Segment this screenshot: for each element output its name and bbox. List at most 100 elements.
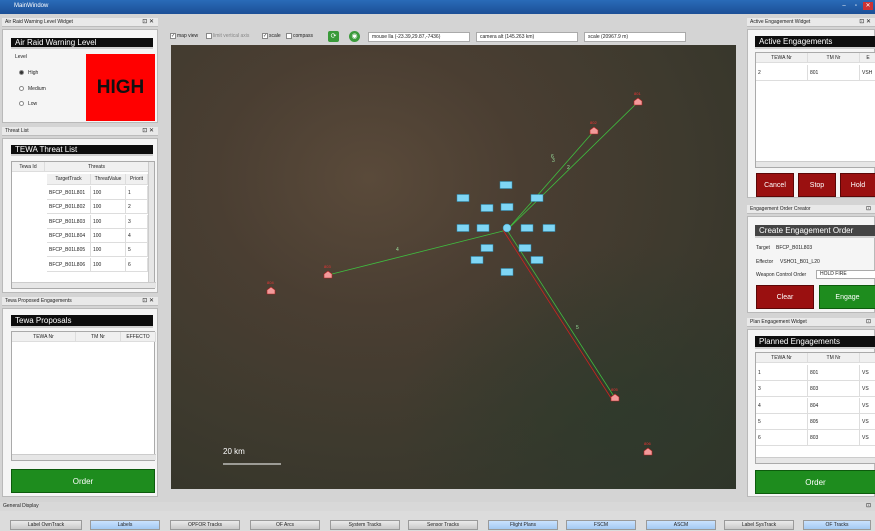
radio-low-dot[interactable] (19, 101, 24, 107)
col-header-tm-nr[interactable]: TM Nr (808, 353, 860, 363)
friendly-unit-marker[interactable] (456, 194, 470, 202)
planned-cell[interactable]: VS (860, 398, 875, 414)
dock-close-icon[interactable]: ⊡ ✕ (142, 18, 154, 27)
planned-order-button[interactable]: Order (755, 470, 875, 494)
dock-close-icon[interactable]: ⊡ (866, 318, 871, 327)
friendly-unit-marker[interactable] (542, 224, 556, 232)
friendly-unit-marker[interactable] (530, 194, 544, 202)
threat-cell[interactable]: 6 (126, 257, 148, 272)
friendly-unit-marker[interactable] (456, 224, 470, 232)
map-view-toggle[interactable]: ✓ map view (170, 32, 198, 41)
threat-cell[interactable]: 2 (126, 200, 148, 215)
map-overlay[interactable]: 2 3 4 5 6 801802803804805806 20 km (171, 45, 736, 489)
radio-high[interactable]: High (19, 70, 38, 76)
limit-vertical-toggle[interactable]: limit vertical axis (206, 32, 249, 41)
friendly-unit-marker[interactable] (480, 204, 494, 212)
planned-cell[interactable]: 1 (756, 365, 808, 381)
planned-cell[interactable]: VS (860, 365, 875, 381)
proposed-order-button[interactable]: Order (11, 469, 155, 493)
scale-toggle[interactable]: ✓ scale (262, 32, 281, 41)
friendly-unit-marker[interactable] (518, 244, 532, 252)
stop-button[interactable]: Stop (798, 173, 836, 197)
display-toggle-button[interactable]: OF Tracks (803, 520, 871, 530)
display-toggle-button[interactable]: ASCM (646, 520, 716, 530)
planned-cell[interactable]: 5 (756, 413, 808, 430)
radio-low[interactable]: Low (19, 101, 37, 107)
wco-select[interactable]: HOLD FIRE (816, 270, 875, 279)
planned-cell[interactable]: VS (860, 430, 875, 447)
threat-cell[interactable]: 100 (91, 186, 126, 200)
planned-cell[interactable]: 805 (808, 413, 860, 430)
col-header-e[interactable]: E (860, 53, 875, 63)
threat-cell[interactable]: 100 (91, 214, 126, 229)
cancel-button[interactable]: Cancel (756, 173, 794, 197)
col-header-target-track[interactable]: TargetTrack (47, 174, 91, 185)
active-table-hscroll[interactable] (756, 161, 875, 167)
friendly-unit-marker[interactable] (499, 181, 513, 189)
threat-cell[interactable]: BFCP_B01L804 (47, 228, 91, 243)
col-header-threats[interactable]: Threats (45, 162, 149, 172)
display-toggle-button[interactable]: Flight Plans (488, 520, 558, 530)
friendly-unit-marker[interactable] (520, 224, 534, 232)
active-cell[interactable]: 2 (756, 65, 808, 81)
display-toggle-button[interactable]: Label SysTrack (724, 520, 794, 530)
threat-cell[interactable]: 3 (126, 214, 148, 229)
effector-value[interactable]: VSHO1_B01_L20 (780, 259, 820, 265)
threat-cell[interactable]: 1 (126, 186, 148, 200)
display-toggle-button[interactable]: OPFOR Tracks (170, 520, 240, 530)
hold-button[interactable]: Hold (840, 173, 875, 197)
threat-cell[interactable]: BFCP_B01L802 (47, 200, 91, 215)
col-header-priority[interactable]: Priorit (126, 174, 148, 185)
planned-cell[interactable]: VS (860, 414, 875, 430)
col-header-tm-nr[interactable]: TM Nr (808, 53, 860, 63)
planned-cell[interactable]: 6 (756, 430, 808, 447)
planned-table-hscroll[interactable] (756, 457, 875, 463)
display-toggle-button[interactable]: System Tracks (330, 520, 400, 530)
threat-cell[interactable]: 100 (91, 200, 126, 215)
threat-cell[interactable]: BFCP_B01L806 (47, 257, 91, 272)
col-header-tewa-nr[interactable]: TEWA Nr (756, 353, 808, 363)
threat-cell[interactable]: BFCP_B01L805 (47, 243, 91, 258)
col-header-effector[interactable]: EFFECTO (121, 332, 156, 342)
maximize-icon[interactable]: ▫ (851, 2, 861, 10)
threat-cell[interactable]: 100 (91, 243, 126, 258)
threat-cell[interactable]: 4 (126, 228, 148, 243)
map-view[interactable]: 2 3 4 5 6 801 802 803 804 805 806 20 km (171, 45, 736, 489)
minimize-icon[interactable]: – (839, 2, 849, 10)
friendly-unit-marker[interactable] (476, 224, 490, 232)
friendly-unit-marker[interactable] (480, 244, 494, 252)
dock-close-icon[interactable]: ⊡ ✕ (142, 297, 154, 306)
radio-medium[interactable]: Medium (19, 86, 46, 92)
scale-checkbox[interactable]: ✓ (262, 32, 268, 39)
target-value[interactable]: BFCP_B01L803 (776, 245, 812, 251)
clear-button[interactable]: Clear (756, 285, 814, 309)
radio-medium-dot[interactable] (19, 86, 24, 92)
active-cell[interactable]: 801 (808, 65, 860, 81)
limit-vertical-checkbox[interactable] (206, 32, 212, 39)
col-header-tewa-nr[interactable]: TEWA Nr (12, 332, 76, 342)
col-header-tewa-nr[interactable]: TEWA Nr (756, 53, 808, 63)
col-header-tm-nr[interactable]: TM Nr (76, 332, 121, 342)
col-header-threat-value[interactable]: ThreatValue (91, 174, 126, 185)
friendly-unit-marker[interactable] (500, 268, 514, 276)
friendly-unit-marker[interactable] (530, 256, 544, 264)
radio-high-dot[interactable] (19, 70, 24, 76)
planned-cell[interactable]: 803 (808, 381, 860, 398)
planned-cell[interactable]: 803 (808, 430, 860, 447)
compass-checkbox[interactable] (286, 32, 292, 39)
globe-icon[interactable]: ◉ (349, 31, 360, 42)
engage-button[interactable]: Engage (819, 285, 875, 309)
dock-close-icon[interactable]: ⊡ ✕ (859, 18, 871, 27)
planned-cell[interactable]: 4 (756, 397, 808, 414)
dock-close-icon[interactable]: ⊡ ✕ (142, 127, 154, 136)
map-view-checkbox[interactable]: ✓ (170, 32, 176, 39)
display-toggle-button[interactable]: FSCM (566, 520, 636, 530)
planned-cell[interactable]: 801 (808, 365, 860, 381)
proposed-table-hscroll[interactable] (12, 454, 156, 460)
col-header-tewa[interactable]: Tewa Id (12, 162, 45, 172)
threat-cell[interactable]: BFCP_B01L801 (47, 186, 91, 200)
threat-cell[interactable]: 100 (91, 257, 126, 272)
dock-close-icon[interactable]: ⊡ (866, 502, 871, 511)
threat-cell[interactable]: 100 (91, 228, 126, 243)
refresh-icon[interactable]: ⟳ (328, 31, 339, 42)
